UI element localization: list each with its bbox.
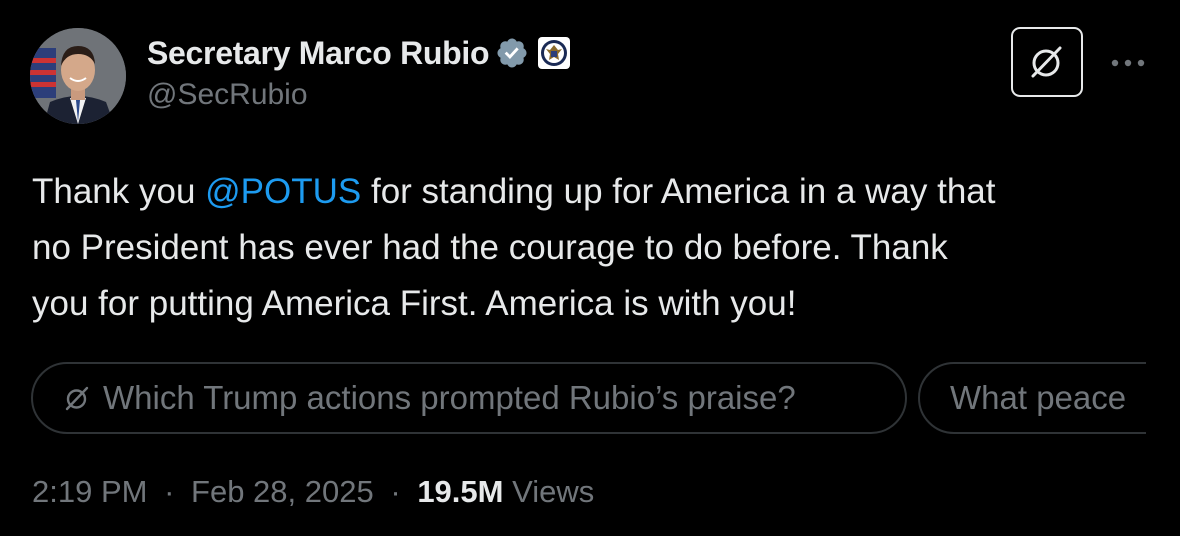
avatar[interactable] [30,28,126,124]
grok-icon [1031,46,1062,78]
state-department-seal-icon[interactable] [537,36,571,70]
tweet-date[interactable]: Feb 28, 2025 [191,474,374,509]
tweet-text-segment: for standing up for America in a way tha… [361,172,996,211]
grok-suggestions: Which Trump actions prompted Rubio’s pra… [31,362,1146,434]
tweet-meta: 2:19 PM · Feb 28, 2025 · 19.5M Views [32,474,594,510]
author-display-name[interactable]: Secretary Marco Rubio [147,35,490,72]
tweet-text-segment: Thank you [32,172,206,211]
mention-link[interactable]: @POTUS [205,172,361,211]
grok-suggestion-chip[interactable]: What peace [918,362,1146,434]
meta-separator: · [164,474,175,509]
tweet-time[interactable]: 2:19 PM [32,474,147,509]
author-name-row: Secretary Marco Rubio [147,33,571,73]
more-options-button[interactable] [1106,46,1150,80]
views-count: 19.5M [417,474,504,509]
grok-suggestion-label: What peace [950,379,1127,416]
grok-suggestion-label: Which Trump actions prompted Rubio’s pra… [103,379,796,416]
views-label: Views [512,474,595,509]
grok-icon [65,386,89,411]
profile-photo [30,28,126,124]
author-handle[interactable]: @SecRubio [147,78,308,112]
verified-badge-icon [495,36,529,70]
tweet-line-2: no President has ever had the courage to… [32,228,948,267]
tweet-text: Thank you @POTUS for standing up for Ame… [32,164,1162,332]
tweet-line-3: you for putting America First. America i… [32,284,797,323]
grok-suggestion-chip[interactable]: Which Trump actions prompted Rubio’s pra… [31,362,907,434]
tweet-line-1: Thank you @POTUS for standing up for Ame… [32,164,1162,220]
meta-separator: · [390,474,401,509]
more-options-icon [1111,59,1145,67]
grok-button[interactable] [1011,27,1083,97]
